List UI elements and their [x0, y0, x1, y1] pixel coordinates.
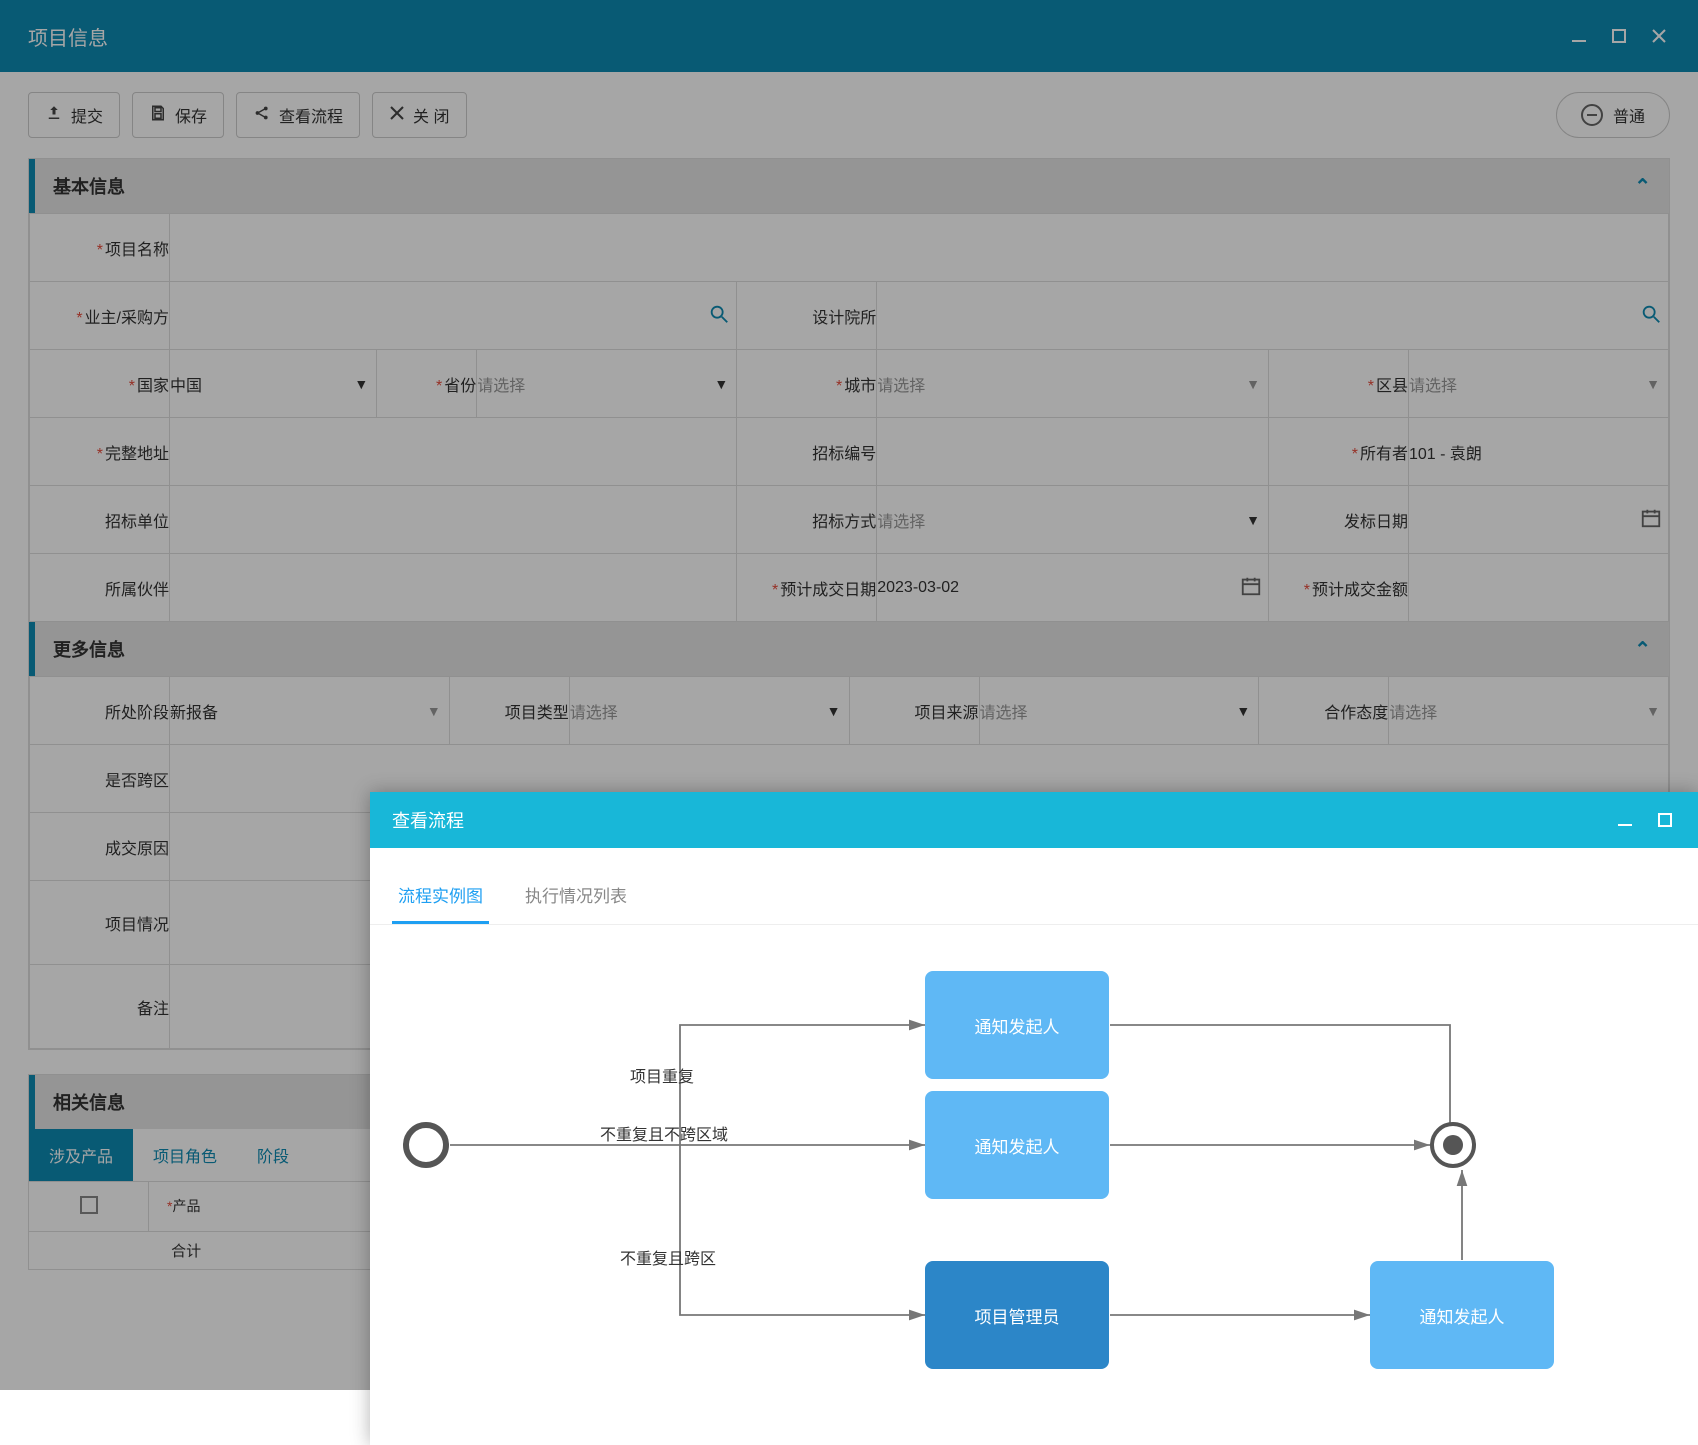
flow-node-notify-2[interactable]: 通知发起人	[925, 1091, 1109, 1199]
edge-label-nocross: 不重复且不跨区域	[600, 1121, 728, 1145]
end-node	[1430, 1122, 1476, 1168]
modal-minimize-icon[interactable]	[1614, 809, 1636, 831]
tab-exec-list[interactable]: 执行情况列表	[519, 872, 633, 924]
process-modal: 查看流程 流程实例图 执行情况列表 通知发起	[370, 792, 1698, 1445]
modal-maximize-icon[interactable]	[1654, 809, 1676, 831]
modal-titlebar: 查看流程	[370, 792, 1698, 848]
modal-title: 查看流程	[392, 807, 464, 833]
edge-label-duplicate: 项目重复	[630, 1063, 694, 1087]
flow-node-notify-3[interactable]: 通知发起人	[1370, 1261, 1554, 1369]
modal-tabs: 流程实例图 执行情况列表	[370, 848, 1698, 925]
tab-diagram[interactable]: 流程实例图	[392, 872, 489, 924]
start-node	[403, 1122, 449, 1168]
flow-node-admin[interactable]: 项目管理员	[925, 1261, 1109, 1369]
flow-node-notify-1[interactable]: 通知发起人	[925, 971, 1109, 1079]
flow-diagram: 通知发起人 通知发起人 项目管理员 通知发起人 项目重复 不重复且不跨区域 不重…	[370, 925, 1698, 1445]
edge-label-cross: 不重复且跨区	[620, 1245, 716, 1269]
